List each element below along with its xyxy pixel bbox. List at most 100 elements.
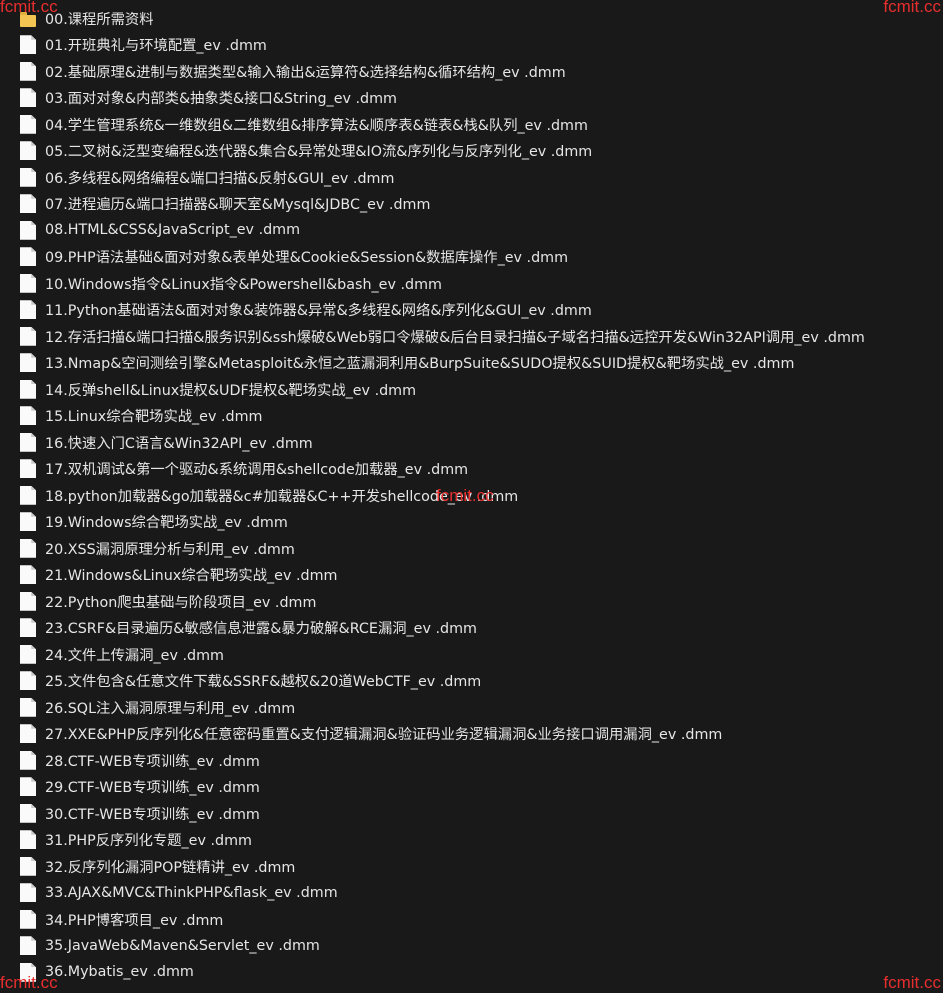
file-item[interactable]: 14.反弹shell&Linux提权&UDF提权&靶场实战_ev .dmm: [0, 376, 943, 403]
file-icon: [20, 379, 36, 399]
item-name: 04.学生管理系统&一维数组&二维数组&排序算法&顺序表&链表&栈&队列_ev …: [45, 117, 588, 134]
file-icon: [20, 167, 36, 187]
file-item[interactable]: 28.CTF-WEB专项训练_ev .dmm: [0, 747, 943, 774]
file-icon: [20, 909, 36, 929]
file-item[interactable]: 24.文件上传漏洞_ev .dmm: [0, 641, 943, 668]
file-item[interactable]: 21.Windows&Linux综合靶场实战_ev .dmm: [0, 562, 943, 589]
file-item[interactable]: 16.快速入门C语言&Win32API_ev .dmm: [0, 429, 943, 456]
item-name: 27.XXE&PHP反序列化&任意密码重置&支付逻辑漏洞&验证码业务逻辑漏洞&业…: [45, 727, 723, 744]
item-name: 36.Mybatis_ev .dmm: [45, 964, 194, 981]
file-icon: [20, 35, 36, 55]
file-icon: [20, 856, 36, 876]
item-name: 28.CTF-WEB专项训练_ev .dmm: [45, 753, 260, 770]
item-name: 25.文件包含&任意文件下载&SSRF&越权&20道WebCTF_ev .dmm: [45, 674, 482, 691]
file-icon: [20, 512, 36, 532]
file-icon: [20, 936, 36, 956]
item-name: 30.CTF-WEB专项训练_ev .dmm: [45, 806, 260, 823]
file-item[interactable]: 15.Linux综合靶场实战_ev .dmm: [0, 403, 943, 430]
file-icon: [20, 671, 36, 691]
item-name: 03.面对对象&内部类&抽象类&接口&String_ev .dmm: [45, 91, 397, 108]
file-icon: [20, 194, 36, 214]
item-name: 12.存活扫描&端口扫描&服务识别&ssh爆破&Web弱口令爆破&后台目录扫描&…: [45, 329, 865, 346]
file-item[interactable]: 35.JavaWeb&Maven&Servlet_ev .dmm: [0, 933, 943, 960]
file-icon: [20, 830, 36, 850]
file-item[interactable]: 27.XXE&PHP反序列化&任意密码重置&支付逻辑漏洞&验证码业务逻辑漏洞&业…: [0, 721, 943, 748]
item-name: 20.XSS漏洞原理分析与利用_ev .dmm: [45, 541, 295, 558]
file-item[interactable]: 11.Python基础语法&面对对象&装饰器&异常&多线程&网络&序列化&GUI…: [0, 297, 943, 324]
item-name: 05.二叉树&泛型变编程&迭代器&集合&异常处理&IO流&序列化与反序列化_ev…: [45, 144, 593, 161]
file-icon: [20, 353, 36, 373]
item-name: 32.反序列化漏洞POP链精讲_ev .dmm: [45, 859, 296, 876]
file-item[interactable]: 31.PHP反序列化专题_ev .dmm: [0, 827, 943, 854]
item-name: 24.文件上传漏洞_ev .dmm: [45, 647, 224, 664]
file-icon: [20, 883, 36, 903]
item-name: 01.开班典礼与环境配置_ev .dmm: [45, 38, 267, 55]
file-icon: [20, 141, 36, 161]
file-item[interactable]: 03.面对对象&内部类&抽象类&接口&String_ev .dmm: [0, 85, 943, 112]
file-icon: [20, 459, 36, 479]
item-name: 15.Linux综合靶场实战_ev .dmm: [45, 409, 263, 426]
item-name: 11.Python基础语法&面对对象&装饰器&异常&多线程&网络&序列化&GUI…: [45, 303, 592, 320]
watermark-center: fcmit.cc: [436, 486, 494, 505]
file-item[interactable]: 26.SQL注入漏洞原理与利用_ev .dmm: [0, 694, 943, 721]
watermark-bottom-left: fcmit.cc: [0, 973, 58, 992]
file-item[interactable]: 36.Mybatis_ev .dmm: [0, 959, 943, 986]
item-name: 26.SQL注入漏洞原理与利用_ev .dmm: [45, 700, 296, 717]
item-name: 21.Windows&Linux综合靶场实战_ev .dmm: [45, 568, 338, 585]
file-icon: [20, 485, 36, 505]
watermark-top-right: fcmit.cc: [883, 0, 941, 16]
file-icon: [20, 114, 36, 134]
file-item[interactable]: 04.学生管理系统&一维数组&二维数组&排序算法&顺序表&链表&栈&队列_ev …: [0, 111, 943, 138]
folder-item[interactable]: 00.课程所需资料: [0, 5, 943, 32]
file-item[interactable]: 12.存活扫描&端口扫描&服务识别&ssh爆破&Web弱口令爆破&后台目录扫描&…: [0, 323, 943, 350]
file-icon: [20, 247, 36, 267]
file-item[interactable]: 02.基础原理&进制与数据类型&输入输出&运算符&选择结构&循环结构_ev .d…: [0, 58, 943, 85]
file-icon: [20, 724, 36, 744]
item-name: 08.HTML&CSS&JavaScript_ev .dmm: [45, 222, 301, 239]
item-name: 17.双机调试&第一个驱动&系统调用&shellcode加载器_ev .dmm: [45, 462, 469, 479]
file-icon: [20, 61, 36, 81]
file-item[interactable]: 34.PHP博客项目_ev .dmm: [0, 906, 943, 933]
file-icon: [20, 326, 36, 346]
file-icon: [20, 750, 36, 770]
file-item[interactable]: 22.Python爬虫基础与阶段项目_ev .dmm: [0, 588, 943, 615]
file-item[interactable]: 07.进程遍历&端口扫描器&聊天室&Mysql&JDBC_ev .dmm: [0, 191, 943, 218]
item-name: 16.快速入门C语言&Win32API_ev .dmm: [45, 435, 313, 452]
file-icon: [20, 220, 36, 240]
file-item[interactable]: 09.PHP语法基础&面对对象&表单处理&Cookie&Session&数据库操…: [0, 244, 943, 271]
file-item[interactable]: 33.AJAX&MVC&ThinkPHP&flask_ev .dmm: [0, 880, 943, 907]
file-item[interactable]: 30.CTF-WEB专项训练_ev .dmm: [0, 800, 943, 827]
file-item[interactable]: 19.Windows综合靶场实战_ev .dmm: [0, 509, 943, 536]
watermark-top-left: fcmit.cc: [0, 0, 58, 16]
file-item[interactable]: 06.多线程&网络编程&端口扫描&反射&GUI_ev .dmm: [0, 164, 943, 191]
file-item[interactable]: 10.Windows指令&Linux指令&Powershell&bash_ev …: [0, 270, 943, 297]
item-name: 13.Nmap&空间测绘引擎&Metasploit&永恒之蓝漏洞利用&BurpS…: [45, 356, 795, 373]
file-item[interactable]: 32.反序列化漏洞POP链精讲_ev .dmm: [0, 853, 943, 880]
file-icon: [20, 591, 36, 611]
file-item[interactable]: 01.开班典礼与环境配置_ev .dmm: [0, 32, 943, 59]
file-item[interactable]: 13.Nmap&空间测绘引擎&Metasploit&永恒之蓝漏洞利用&BurpS…: [0, 350, 943, 377]
item-name: 07.进程遍历&端口扫描器&聊天室&Mysql&JDBC_ev .dmm: [45, 197, 431, 214]
item-name: 34.PHP博客项目_ev .dmm: [45, 912, 224, 929]
file-item[interactable]: 20.XSS漏洞原理分析与利用_ev .dmm: [0, 535, 943, 562]
file-icon: [20, 538, 36, 558]
file-icon: [20, 406, 36, 426]
item-name: 00.课程所需资料: [45, 11, 154, 28]
file-item[interactable]: 17.双机调试&第一个驱动&系统调用&shellcode加载器_ev .dmm: [0, 456, 943, 483]
item-name: 29.CTF-WEB专项训练_ev .dmm: [45, 780, 260, 797]
file-icon: [20, 803, 36, 823]
file-item[interactable]: 25.文件包含&任意文件下载&SSRF&越权&20道WebCTF_ev .dmm: [0, 668, 943, 695]
item-name: 31.PHP反序列化专题_ev .dmm: [45, 833, 252, 850]
item-name: 02.基础原理&进制与数据类型&输入输出&运算符&选择结构&循环结构_ev .d…: [45, 64, 566, 81]
file-item[interactable]: 08.HTML&CSS&JavaScript_ev .dmm: [0, 217, 943, 244]
file-item[interactable]: 05.二叉树&泛型变编程&迭代器&集合&异常处理&IO流&序列化与反序列化_ev…: [0, 138, 943, 165]
file-icon: [20, 273, 36, 293]
item-name: 10.Windows指令&Linux指令&Powershell&bash_ev …: [45, 276, 442, 293]
file-icon: [20, 88, 36, 108]
file-item[interactable]: 29.CTF-WEB专项训练_ev .dmm: [0, 774, 943, 801]
item-name: 09.PHP语法基础&面对对象&表单处理&Cookie&Session&数据库操…: [45, 250, 569, 267]
watermark-bottom-right: fcmit.cc: [883, 973, 941, 992]
item-name: 33.AJAX&MVC&ThinkPHP&flask_ev .dmm: [45, 884, 338, 901]
item-name: 23.CSRF&目录遍历&敏感信息泄露&暴力破解&RCE漏洞_ev .dmm: [45, 621, 477, 638]
file-item[interactable]: 23.CSRF&目录遍历&敏感信息泄露&暴力破解&RCE漏洞_ev .dmm: [0, 615, 943, 642]
